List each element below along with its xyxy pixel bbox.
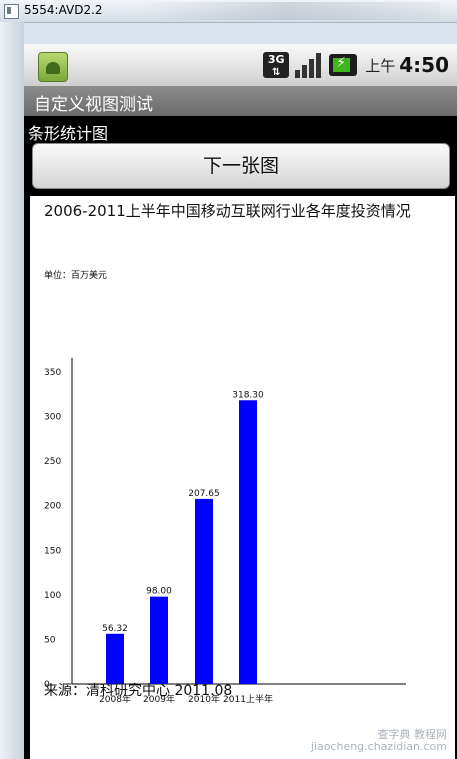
status-bar: 3G 上午 4:50 (24, 44, 457, 86)
y-tick-label: 150 (44, 546, 61, 556)
app-titlebar: 自定义视图测试 (24, 86, 457, 116)
clock: 4:50 (399, 53, 449, 77)
y-tick-label: 100 (44, 591, 61, 601)
y-tick-label: 300 (44, 413, 61, 423)
bar-value-label: 207.65 (188, 489, 220, 499)
bar (150, 596, 168, 684)
emulator-frame (0, 22, 24, 759)
y-tick-label: 200 (44, 502, 61, 512)
titlebar-blur (140, 2, 440, 20)
y-tick-label: 50 (44, 635, 56, 645)
next-chart-button[interactable]: 下一张图 (32, 143, 450, 189)
bar-chart: 05010015020025030035056.322008年98.002009… (44, 358, 406, 705)
signal-icon (295, 52, 323, 78)
bar-value-label: 56.32 (102, 624, 128, 634)
chart-canvas: 2006-2011上半年中国移动互联网行业各年度投资情况 单位：百万美元 0 50… (30, 196, 455, 759)
y-tick-label: 350 (44, 368, 61, 378)
window-title: 5554:AVD2.2 (24, 3, 103, 17)
bar-value-label: 318.30 (232, 390, 264, 400)
bar-value-label: 98.00 (146, 587, 172, 597)
app-title: 自定义视图测试 (34, 95, 153, 115)
window-icon (4, 4, 19, 19)
bar (195, 498, 213, 684)
source-label: 来源：清科研究中心 2011.08 (44, 683, 233, 699)
watermark-line2: jiaocheng.chazidian.com (310, 740, 447, 753)
app-icon[interactable] (38, 52, 68, 82)
watermark: 查字典 教程网 jiaocheng.chazidian.com (311, 729, 447, 753)
3g-icon: 3G (263, 52, 290, 78)
battery-charging-icon (329, 54, 358, 76)
status-icons: 3G 上午 4:50 (263, 50, 449, 80)
chart-type-label: 条形统计图 (28, 124, 109, 143)
bar (106, 633, 124, 684)
y-tick-label: 250 (44, 457, 61, 467)
emulator-titlebar: 5554:AVD2.2 (0, 0, 457, 23)
time-prefix: 上午 (365, 56, 396, 75)
device-screen: 3G 上午 4:50 自定义视图测试 条形统计图 下一张图 2006-2011上… (24, 44, 457, 759)
bar (239, 400, 257, 684)
